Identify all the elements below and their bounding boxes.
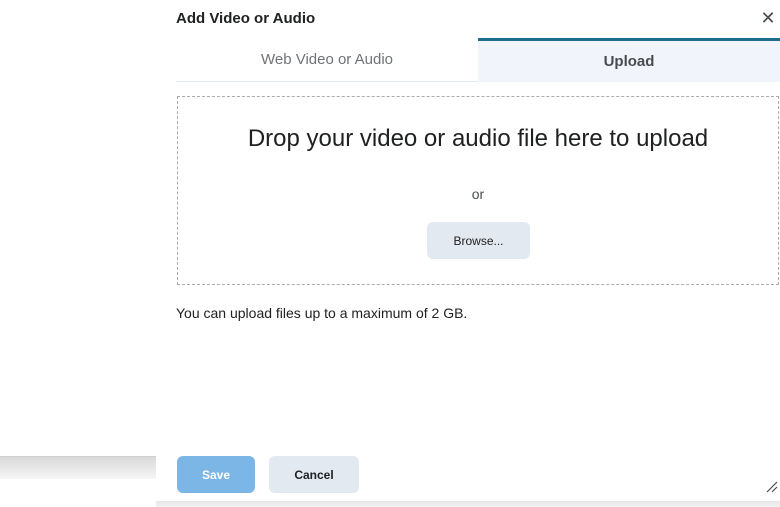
close-icon[interactable]: ✕: [758, 8, 778, 28]
dropzone-heading: Drop your video or audio file here to up…: [247, 125, 709, 152]
browse-button[interactable]: Browse...: [427, 222, 530, 259]
tab-list: Web Video or Audio Upload: [176, 38, 780, 82]
dialog-bottom-divider: [156, 501, 780, 507]
save-button[interactable]: Save: [177, 456, 255, 493]
tab-web-video-or-audio[interactable]: Web Video or Audio: [176, 38, 478, 82]
cancel-button[interactable]: Cancel: [269, 456, 359, 493]
background-page-bar: [0, 456, 156, 479]
dialog-title: Add Video or Audio: [176, 10, 316, 27]
upload-limit-text: You can upload files up to a maximum of …: [176, 305, 468, 321]
add-media-dialog: Add Video or Audio ✕ Web Video or Audio …: [156, 0, 780, 507]
resize-handle-icon[interactable]: [764, 479, 778, 493]
dropzone-or-text: or: [471, 186, 485, 202]
upload-dropzone[interactable]: Drop your video or audio file here to up…: [177, 96, 779, 285]
tab-upload[interactable]: Upload: [478, 38, 780, 82]
